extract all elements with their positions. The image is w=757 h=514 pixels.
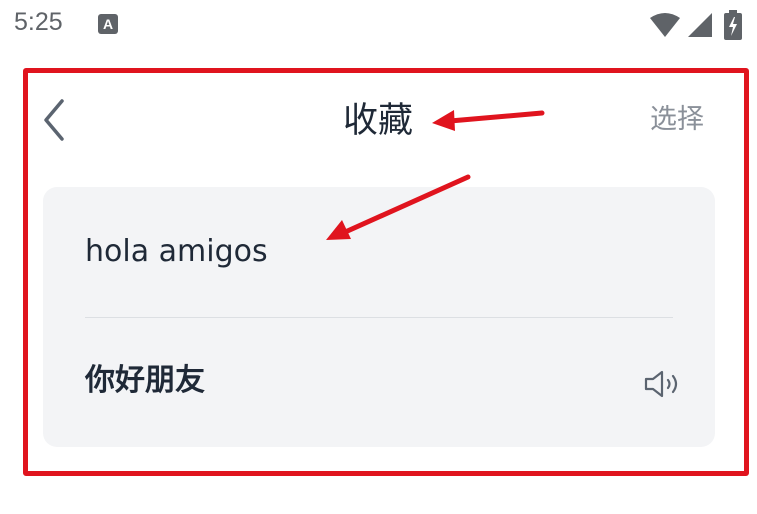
source-text: hola amigos: [85, 234, 268, 269]
wifi-icon: [650, 13, 680, 37]
page-title: 收藏: [342, 101, 413, 141]
status-bar: 5:25 A: [0, 0, 757, 50]
select-button[interactable]: 选择: [650, 100, 722, 140]
status-time: 5:25: [14, 8, 63, 36]
battery-charging-icon: [724, 10, 742, 40]
speaker-icon: [644, 370, 678, 398]
translation-text: 你好朋友: [85, 363, 205, 398]
notification-a-icon: A: [98, 14, 118, 34]
divider: [85, 317, 673, 318]
back-button[interactable]: [36, 96, 72, 144]
favorite-card[interactable]: hola amigos 你好朋友: [43, 187, 715, 447]
chevron-left-icon: [44, 99, 64, 141]
speaker-button[interactable]: [642, 366, 684, 402]
signal-icon: [688, 13, 712, 37]
status-icons: [649, 9, 743, 41]
